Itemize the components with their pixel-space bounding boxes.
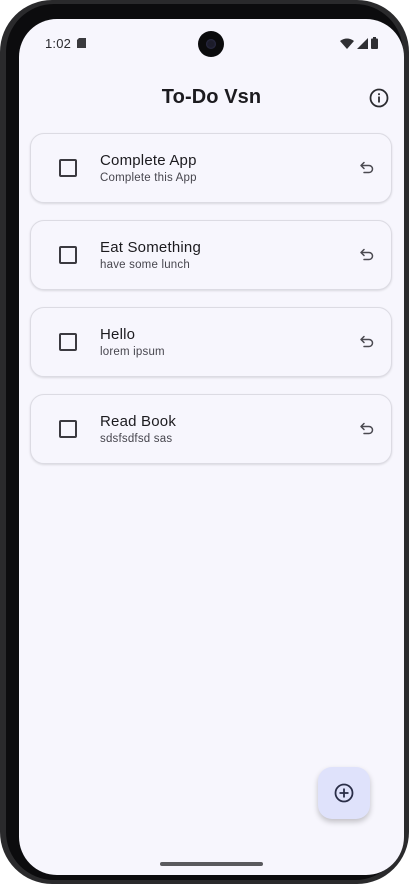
task-checkbox[interactable] xyxy=(59,420,77,438)
task-card[interactable]: Complete App Complete this App xyxy=(30,133,392,203)
task-subtitle: sdsfsdfsd sas xyxy=(100,433,173,445)
battery-icon xyxy=(371,37,378,49)
gesture-nav-bar[interactable] xyxy=(160,862,263,866)
status-time: 1:02 xyxy=(45,36,72,51)
undo-icon[interactable] xyxy=(359,247,375,263)
app-bar: To-Do Vsn xyxy=(19,77,404,121)
task-subtitle: lorem ipsum xyxy=(100,346,165,358)
undo-icon[interactable] xyxy=(359,421,375,437)
signal-icon xyxy=(357,37,368,49)
task-subtitle: Complete this App xyxy=(100,172,197,184)
task-card[interactable]: Hello lorem ipsum xyxy=(30,307,392,377)
front-camera xyxy=(198,31,224,57)
status-bar: 1:02 xyxy=(19,19,404,69)
screen: 1:02 To-Do Vsn Complete App Complete thi… xyxy=(19,19,404,875)
app-title: To-Do Vsn xyxy=(161,86,262,108)
undo-icon[interactable] xyxy=(359,334,375,350)
task-subtitle: have some lunch xyxy=(100,259,190,271)
wifi-icon xyxy=(340,38,354,49)
sd-card-icon xyxy=(77,38,86,48)
info-icon[interactable] xyxy=(366,85,392,111)
phone-frame: 1:02 To-Do Vsn Complete App Complete thi… xyxy=(0,0,409,884)
task-checkbox[interactable] xyxy=(59,159,77,177)
task-card[interactable]: Eat Something have some lunch xyxy=(30,220,392,290)
task-checkbox[interactable] xyxy=(59,333,77,351)
task-title: Hello xyxy=(100,326,136,343)
task-title: Read Book xyxy=(100,413,177,430)
task-card[interactable]: Read Book sdsfsdfsd sas xyxy=(30,394,392,464)
status-icons xyxy=(340,37,378,49)
task-checkbox[interactable] xyxy=(59,246,77,264)
undo-icon[interactable] xyxy=(359,160,375,176)
task-title: Complete App xyxy=(100,152,197,169)
add-circle-icon xyxy=(334,783,354,803)
add-task-button[interactable] xyxy=(318,767,370,819)
task-title: Eat Something xyxy=(100,239,201,256)
